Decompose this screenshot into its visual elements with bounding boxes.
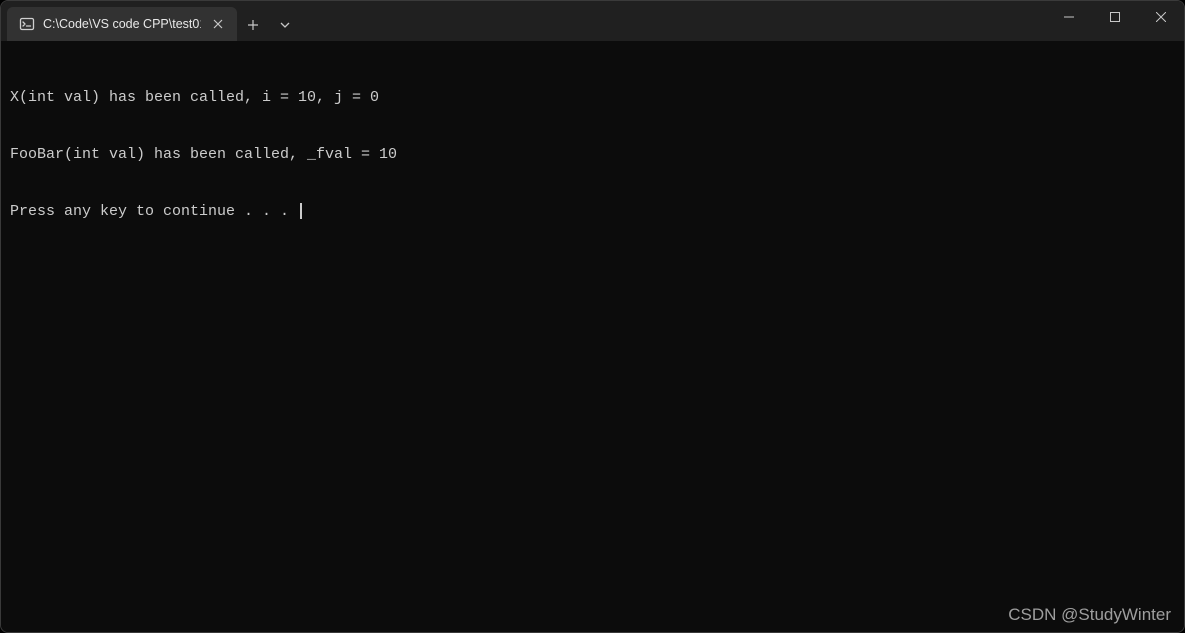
console-output[interactable]: X(int val) has been called, i = 10, j = … bbox=[1, 41, 1184, 632]
tab-title: C:\Code\VS code CPP\test01\c bbox=[43, 17, 201, 31]
close-button[interactable] bbox=[1138, 1, 1184, 33]
minimize-button[interactable] bbox=[1046, 1, 1092, 33]
new-tab-button[interactable] bbox=[237, 9, 269, 41]
window-controls bbox=[1046, 1, 1184, 41]
tab-dropdown-button[interactable] bbox=[269, 9, 301, 41]
terminal-window: C:\Code\VS code CPP\test01\c bbox=[0, 0, 1185, 633]
console-line: Press any key to continue . . . bbox=[10, 202, 1175, 221]
maximize-button[interactable] bbox=[1092, 1, 1138, 33]
cursor bbox=[300, 203, 302, 219]
tab-close-button[interactable] bbox=[209, 15, 227, 33]
tab-active[interactable]: C:\Code\VS code CPP\test01\c bbox=[7, 7, 237, 41]
console-line: X(int val) has been called, i = 10, j = … bbox=[10, 88, 1175, 107]
console-line: FooBar(int val) has been called, _fval =… bbox=[10, 145, 1175, 164]
terminal-icon bbox=[19, 16, 35, 32]
console-text: Press any key to continue . . . bbox=[10, 203, 298, 220]
titlebar: C:\Code\VS code CPP\test01\c bbox=[1, 1, 1184, 41]
tab-strip: C:\Code\VS code CPP\test01\c bbox=[1, 1, 1046, 41]
